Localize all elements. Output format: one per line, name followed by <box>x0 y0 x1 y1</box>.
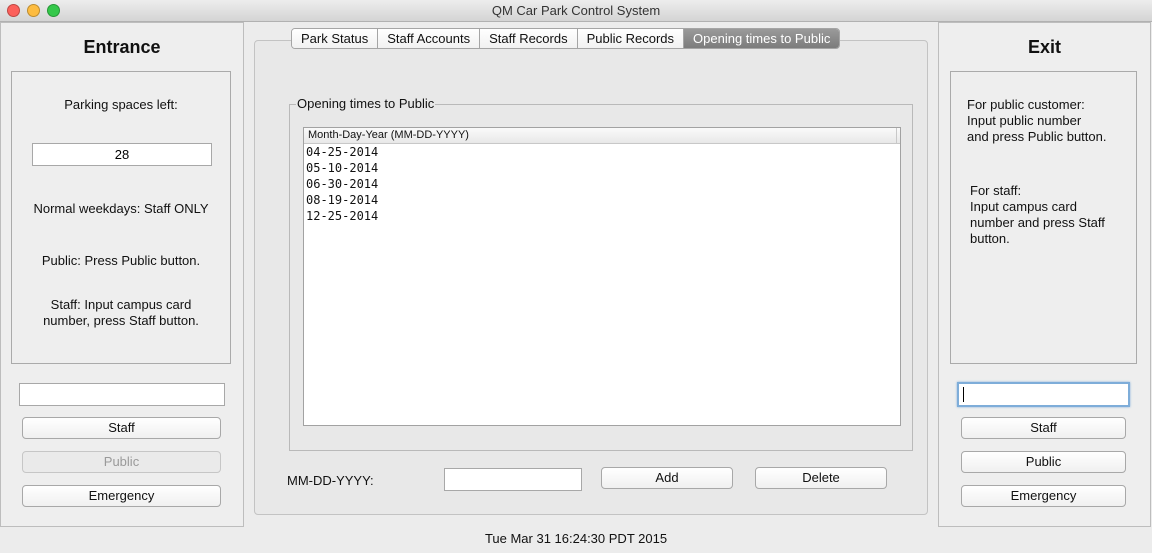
delete-date-button[interactable]: Delete <box>755 467 887 489</box>
exit-title: Exit <box>1027 37 1061 57</box>
opening-times-group: Opening times to Public Month-Day-Year (… <box>289 96 913 451</box>
exit-public-text-2: Input public number <box>967 113 1082 128</box>
column-header-filler <box>896 128 900 143</box>
tab-park-status[interactable]: Park Status <box>292 29 379 48</box>
status-datetime: Tue Mar 31 16:24:30 PDT 2015 <box>484 531 668 546</box>
exit-panel: Exit For public customer: Input public n… <box>938 22 1151 527</box>
tab-content-pane: Opening times to Public Month-Day-Year (… <box>254 40 928 515</box>
exit-staff-button[interactable]: Staff <box>961 417 1126 439</box>
exit-staff-text-4: button. <box>970 231 1010 246</box>
staff-info-text-1: Staff: Input campus card <box>50 297 192 312</box>
tab-bar: Park Status Staff Accounts Staff Records… <box>291 28 841 49</box>
exit-public-text-3: and press Public button. <box>967 129 1107 144</box>
exit-public-text-1: For public customer: <box>967 97 1085 112</box>
staff-info-text-2: number, press Staff button. <box>43 313 199 328</box>
table-row[interactable]: 12-25-2014 <box>304 208 900 224</box>
tab-staff-accounts[interactable]: Staff Accounts <box>378 29 481 48</box>
entrance-title: Entrance <box>83 37 161 57</box>
tab-public-records[interactable]: Public Records <box>577 29 685 48</box>
add-date-button[interactable]: Add <box>601 467 733 489</box>
entrance-emergency-button[interactable]: Emergency <box>22 485 221 507</box>
table-row[interactable]: 04-25-2014 <box>304 144 900 160</box>
text-caret <box>963 387 964 402</box>
date-column-header[interactable]: Month-Day-Year (MM-DD-YYYY) <box>304 128 900 144</box>
entrance-panel: Entrance Parking spaces left: Normal wee… <box>0 22 244 527</box>
date-column-header-label: Month-Day-Year (MM-DD-YYYY) <box>308 129 469 141</box>
exit-public-button[interactable]: Public <box>961 451 1126 473</box>
entrance-staff-button[interactable]: Staff <box>22 417 221 439</box>
tab-opening-times[interactable]: Opening times to Public <box>684 29 840 48</box>
exit-staff-text-1: For staff: <box>970 183 1022 198</box>
parking-spaces-field <box>32 143 212 166</box>
entrance-card-input[interactable] <box>19 383 225 406</box>
window-titlebar: QM Car Park Control System <box>0 0 1152 22</box>
exit-card-input[interactable] <box>957 382 1130 407</box>
parking-spaces-label: Parking spaces left: <box>64 97 178 112</box>
date-format-label: MM-DD-YYYY: <box>287 473 374 488</box>
exit-info-box: For public customer: Input public number… <box>950 71 1137 364</box>
exit-staff-text-3: number and press Staff <box>970 215 1105 230</box>
opening-times-table[interactable]: Month-Day-Year (MM-DD-YYYY) 04-25-2014 0… <box>303 127 901 426</box>
tab-staff-records[interactable]: Staff Records <box>480 29 578 48</box>
entrance-info-box: Parking spaces left: Normal weekdays: St… <box>11 71 231 364</box>
exit-staff-text-2: Input campus card <box>970 199 1077 214</box>
exit-emergency-button[interactable]: Emergency <box>961 485 1126 507</box>
center-panel: Opening times to Public Month-Day-Year (… <box>245 22 937 527</box>
table-row[interactable]: 05-10-2014 <box>304 160 900 176</box>
opening-times-group-label: Opening times to Public <box>296 96 436 111</box>
entrance-public-button[interactable]: Public <box>22 451 221 473</box>
window-title: QM Car Park Control System <box>491 3 661 18</box>
public-info-text: Public: Press Public button. <box>41 253 201 268</box>
table-row[interactable]: 06-30-2014 <box>304 176 900 192</box>
table-row[interactable]: 08-19-2014 <box>304 192 900 208</box>
weekday-info-text: Normal weekdays: Staff ONLY <box>33 201 209 216</box>
date-input[interactable] <box>444 468 582 491</box>
